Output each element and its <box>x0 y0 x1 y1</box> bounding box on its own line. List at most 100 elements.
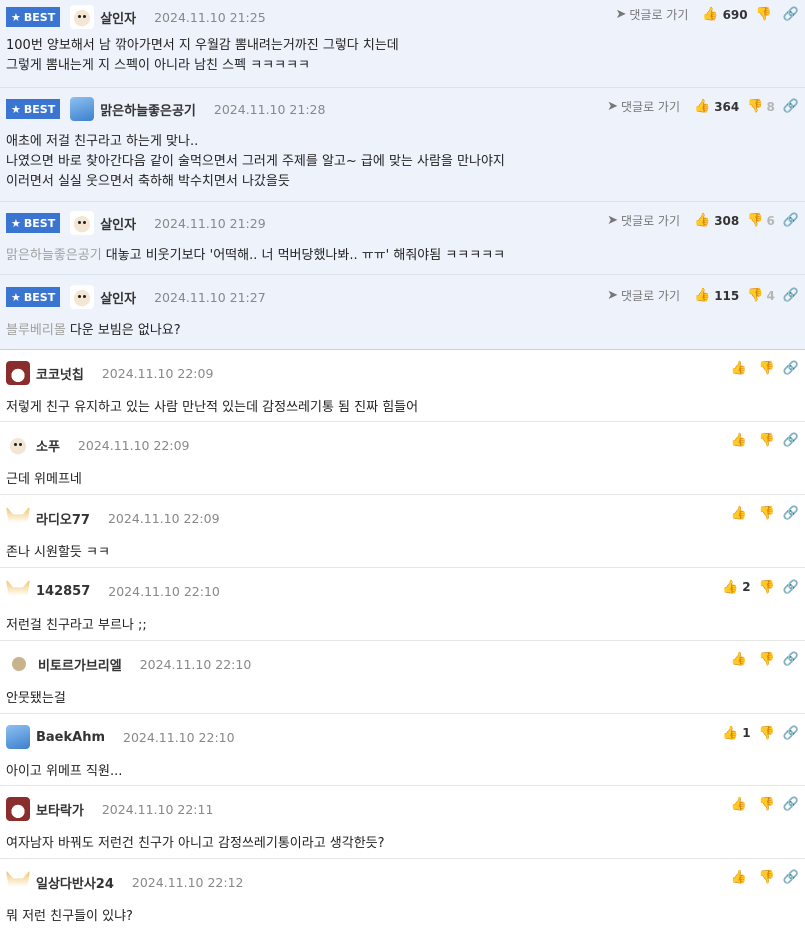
nickname[interactable]: 라디오77 <box>36 509 90 528</box>
dislike-button[interactable]: 👎 8 <box>747 100 775 114</box>
reply-target-nick[interactable]: 블루베리몰 <box>6 323 66 338</box>
thumbs-down-icon: 👎 <box>755 7 772 22</box>
comment-date: 2024.11.10 22:09 <box>77 437 190 453</box>
nickname[interactable]: 소푸 <box>36 436 60 455</box>
avatar[interactable] <box>6 506 30 530</box>
dislike-button[interactable]: 👎 <box>756 8 775 21</box>
dislike-button[interactable]: 👎 <box>759 798 775 811</box>
like-button[interactable]: 👍 <box>730 798 750 811</box>
dislike-button[interactable]: 👎 <box>759 362 775 375</box>
dislike-button[interactable]: 👎 <box>759 434 775 447</box>
comment-date: 2024.11.10 22:09 <box>107 510 220 526</box>
dislike-button[interactable]: 👎 <box>759 727 775 740</box>
like-button[interactable]: 👍 <box>730 434 750 447</box>
link-icon[interactable]: 🔗 <box>783 507 799 520</box>
dislike-button[interactable]: 👎 <box>759 871 775 884</box>
thumbs-up-icon: 👍 <box>694 99 711 114</box>
like-button[interactable]: 👍 <box>730 653 750 666</box>
avatar[interactable] <box>6 725 30 749</box>
nickname[interactable]: 맑은하늘좋은공기 <box>100 100 196 119</box>
comment-item: 비토르가브리엘 2024.11.10 22:10 👍 👎 🔗 안뭇됐는걸 <box>0 641 805 714</box>
thumbs-up-icon: 👍 <box>730 797 747 812</box>
thumbs-down-icon: 👎 <box>758 652 775 667</box>
avatar[interactable] <box>6 870 30 894</box>
avatar[interactable] <box>70 285 95 309</box>
like-button[interactable]: 👍 1 <box>722 726 751 740</box>
link-icon[interactable]: 🔗 <box>783 653 799 666</box>
nickname[interactable]: 보타락가 <box>36 800 84 819</box>
best-badge: ★ BEST <box>6 213 61 233</box>
nickname[interactable]: 일상다반사24 <box>36 873 114 892</box>
like-button[interactable]: 👍 308 <box>694 214 739 228</box>
nickname[interactable]: 살인자 <box>100 288 136 307</box>
avatar[interactable] <box>6 797 30 821</box>
avatar[interactable] <box>70 97 95 121</box>
comment-date: 2024.11.10 21:29 <box>154 215 266 231</box>
link-icon[interactable]: 🔗 <box>783 581 799 594</box>
send-arrow-icon: ➤ <box>607 288 618 303</box>
best-badge: ★ BEST <box>6 287 61 307</box>
best-comment: ★ BEST 살인자 2024.11.10 21:25 ➤ 댓글로 가기 👍 690 … <box>0 0 805 88</box>
dislike-button[interactable]: 👎 4 <box>747 289 775 303</box>
avatar[interactable] <box>12 657 26 671</box>
comment-item: 보타락가 2024.11.10 22:11 👍 👎 🔗 여자남자 바꿔도 저런건… <box>0 786 805 859</box>
comment-date: 2024.11.10 21:27 <box>154 289 266 305</box>
reply-target-nick[interactable]: 맑은하늘좋은공기 <box>6 248 102 263</box>
comment-date: 2024.11.10 22:11 <box>101 801 214 817</box>
comment-date: 2024.11.10 22:10 <box>108 583 220 599</box>
link-icon[interactable]: 🔗 <box>783 871 799 884</box>
comment-body: 100번 양보해서 남 깎아가면서 지 우월감 뽐내려는거까진 그렇다 치는데 … <box>6 38 399 73</box>
like-button[interactable]: 👍 <box>730 507 750 520</box>
thumbs-up-icon: 👍 <box>694 288 711 303</box>
like-button[interactable]: 👍 364 <box>694 100 739 114</box>
link-icon[interactable]: 🔗 <box>783 727 799 740</box>
link-icon[interactable]: 🔗 <box>783 434 799 447</box>
goto-reply-link[interactable]: ➤ 댓글로 가기 <box>607 98 680 115</box>
nickname[interactable]: 코코넛칩 <box>36 364 84 383</box>
avatar[interactable] <box>6 579 30 603</box>
link-icon[interactable]: 🔗 <box>783 362 799 375</box>
nickname[interactable]: 살인자 <box>100 8 136 27</box>
thumbs-down-icon: 👎 <box>747 288 764 303</box>
dislike-button[interactable]: 👎 <box>759 653 775 666</box>
goto-reply-link[interactable]: ➤ 댓글로 가기 <box>607 212 680 229</box>
avatar[interactable] <box>70 211 95 235</box>
like-button[interactable]: 👍 2 <box>722 580 751 594</box>
avatar[interactable] <box>6 433 30 457</box>
best-badge: ★ BEST <box>6 99 61 119</box>
comment-item: BaekAhm 2024.11.10 22:10 👍 1 👎 🔗 아이고 위메프 … <box>0 714 805 786</box>
best-badge: ★ BEST <box>6 7 61 27</box>
nickname[interactable]: 살인자 <box>100 214 136 233</box>
like-button[interactable]: 👍 115 <box>694 289 739 303</box>
comment-date: 2024.11.10 21:28 <box>213 101 326 117</box>
send-arrow-icon: ➤ <box>607 99 618 114</box>
comment-date: 2024.11.10 22:10 <box>123 729 235 745</box>
best-comment: ★ BEST 살인자 2024.11.10 21:27 ➤ 댓글로 가기 👍 115 … <box>0 275 805 349</box>
like-button[interactable]: 👍 <box>730 362 750 375</box>
comment-date: 2024.11.10 22:10 <box>139 656 252 672</box>
comment-item: 일상다반사24 2024.11.10 22:12 👍 👎 🔗 뭐 저런 친구들이… <box>0 859 805 924</box>
dislike-button[interactable]: 👎 <box>759 507 775 520</box>
thumbs-down-icon: 👎 <box>758 506 775 521</box>
goto-reply-link[interactable]: ➤ 댓글로 가기 <box>615 6 688 23</box>
goto-reply-link[interactable]: ➤ 댓글로 가기 <box>607 287 680 304</box>
link-icon[interactable]: 🔗 <box>783 289 799 302</box>
nickname[interactable]: BaekAhm <box>36 730 105 745</box>
thumbs-up-icon: 👍 <box>722 579 739 595</box>
nickname[interactable]: 142857 <box>36 584 90 599</box>
dislike-button[interactable]: 👎 6 <box>747 214 775 228</box>
avatar[interactable] <box>6 361 30 385</box>
best-comment: ★ BEST 살인자 2024.11.10 21:29 ➤ 댓글로 가기 👍 308 … <box>0 202 805 275</box>
thumbs-up-icon: 👍 <box>722 725 739 741</box>
dislike-button[interactable]: 👎 <box>759 581 775 594</box>
like-button[interactable]: 👍 690 <box>702 8 747 22</box>
link-icon[interactable]: 🔗 <box>783 100 799 113</box>
link-icon[interactable]: 🔗 <box>783 798 799 811</box>
thumbs-up-icon: 👍 <box>730 870 747 885</box>
link-icon[interactable]: 🔗 <box>783 214 799 227</box>
like-button[interactable]: 👍 <box>730 871 750 884</box>
link-icon[interactable]: 🔗 <box>783 8 799 21</box>
comment-body: 블루베리몰 다운 보빔은 없나요? <box>6 323 181 338</box>
nickname[interactable]: 비토르가브리엘 <box>38 655 122 674</box>
avatar[interactable] <box>70 5 95 29</box>
